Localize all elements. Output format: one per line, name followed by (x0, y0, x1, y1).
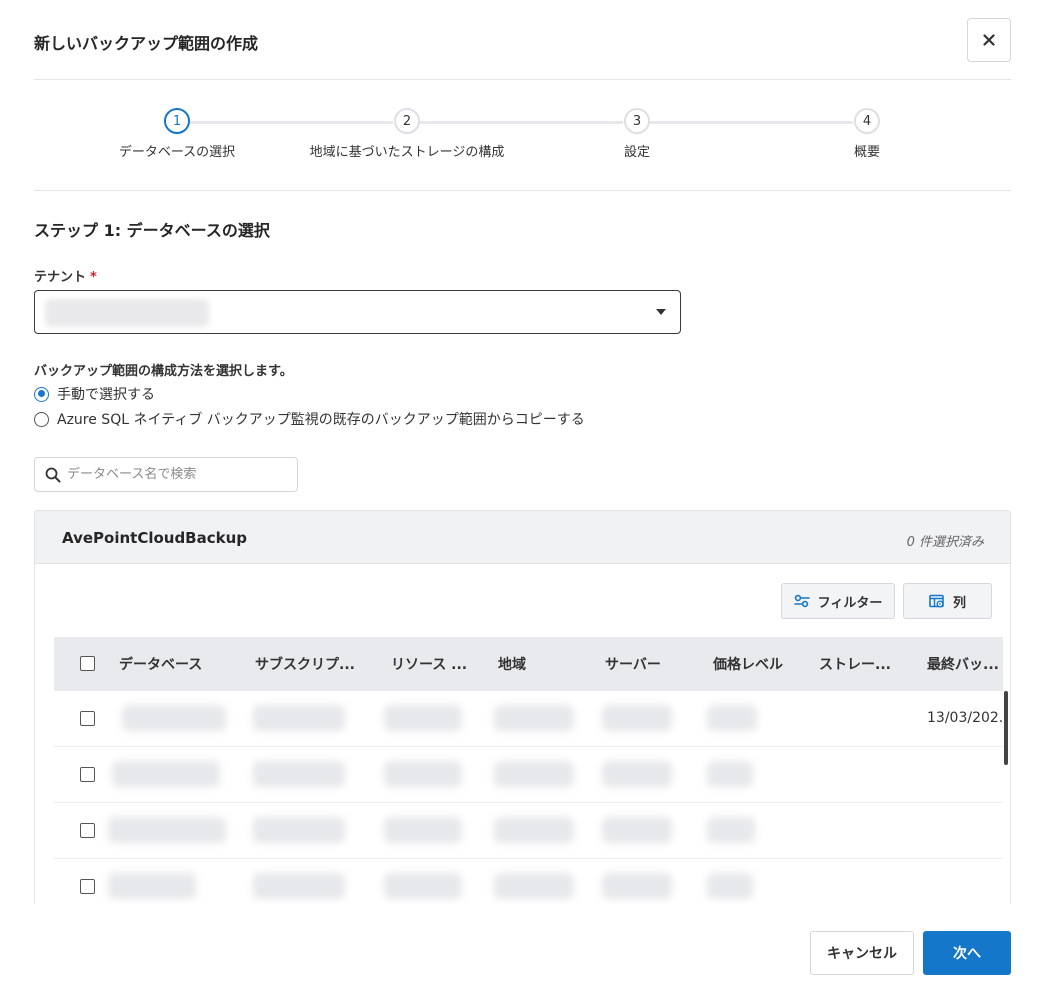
panel-header: AvePointCloudBackup 0 件選択済み (35, 511, 1010, 564)
radio-manual-select[interactable]: 手動で選択する (34, 384, 155, 404)
close-icon (983, 34, 995, 46)
cancel-button[interactable]: キャンセル (810, 931, 914, 975)
row-checkbox[interactable] (80, 711, 95, 726)
database-panel: AvePointCloudBackup 0 件選択済み フィルター 列 データベ… (34, 510, 1011, 904)
step-number: 3 (624, 108, 650, 134)
subscription-cell-redacted (253, 705, 345, 731)
step-3: 3 設定 (537, 108, 737, 160)
tenant-value-redacted (45, 299, 209, 327)
tenant-label: テナント * (34, 266, 97, 285)
last-backup-cell: 13/03/202... (927, 710, 1003, 726)
row-checkbox[interactable] (80, 823, 95, 838)
panel-title: AvePointCloudBackup (62, 529, 248, 547)
dialog-title: 新しいバックアップ範囲の作成 (34, 34, 259, 53)
radio-copy-existing[interactable]: Azure SQL ネイティブ バックアップ監視の既存のバックアップ範囲からコピ… (34, 409, 585, 429)
database-cell-redacted (122, 705, 226, 731)
region-cell-redacted (494, 873, 574, 899)
search-icon (45, 467, 61, 483)
subscription-cell-redacted (253, 873, 345, 899)
tenant-select[interactable] (34, 290, 681, 334)
database-cell-redacted (108, 817, 226, 843)
section-title: ステップ 1: データベースの選択 (34, 221, 270, 240)
region-cell-redacted (494, 817, 574, 843)
subscription-cell-redacted (253, 761, 345, 787)
step-number: 4 (854, 108, 880, 134)
column-header-subscription[interactable]: サブスクリプ... (255, 654, 375, 674)
search-box[interactable] (34, 457, 298, 492)
resource-group-cell-redacted (384, 817, 462, 843)
database-cell-redacted (112, 761, 220, 787)
step-label: 設定 (623, 145, 650, 160)
server-cell-redacted (602, 761, 672, 787)
column-header-database[interactable]: データベース (119, 654, 239, 674)
radio-button[interactable] (34, 411, 49, 427)
table-row[interactable]: 13/03/202... (54, 691, 1003, 747)
radio-button[interactable] (34, 386, 49, 402)
price-tier-cell-redacted (707, 761, 753, 787)
filter-button[interactable]: フィルター (781, 583, 895, 619)
grid-header: データベース サブスクリプ... リソース ... 地域 サーバー 価格レベル … (54, 637, 1003, 691)
price-tier-cell-redacted (707, 873, 753, 899)
step-number: 1 (164, 108, 190, 134)
stepper: 1 データベースの選択 2 地域に基づいたストレージの構成 3 設定 4 概要 (34, 80, 1011, 191)
column-header-resource-group[interactable]: リソース ... (391, 654, 491, 674)
step-2: 2 地域に基づいたストレージの構成 (307, 108, 507, 160)
resource-group-cell-redacted (384, 761, 462, 787)
step-label: 地域に基づいたストレージの構成 (309, 145, 505, 160)
next-button[interactable]: 次へ (923, 931, 1011, 975)
step-label: 概要 (853, 145, 880, 160)
region-cell-redacted (494, 761, 574, 787)
database-cell-redacted (108, 873, 196, 899)
row-checkbox[interactable] (80, 767, 95, 782)
column-header-last-backup[interactable]: 最終バッ... (927, 654, 1003, 674)
method-label: バックアップ範囲の構成方法を選択します。 (34, 364, 293, 379)
columns-label: 列 (952, 595, 966, 611)
columns-settings-icon (929, 594, 944, 607)
subscription-cell-redacted (253, 817, 345, 843)
dialog-header: 新しいバックアップ範囲の作成 (34, 0, 1011, 80)
radio-label: 手動で選択する (57, 387, 155, 403)
selected-count: 0 件選択済み (906, 535, 984, 550)
grid-scrollbar[interactable] (1004, 691, 1008, 765)
price-tier-cell-redacted (707, 817, 755, 843)
resource-group-cell-redacted (384, 705, 462, 731)
step-label: データベースの選択 (118, 145, 236, 160)
table-row[interactable] (54, 859, 1003, 904)
search-input[interactable] (67, 458, 293, 491)
server-cell-redacted (602, 817, 672, 843)
required-mark: * (90, 270, 97, 285)
column-header-storage[interactable]: ストレー... (819, 654, 919, 674)
resource-group-cell-redacted (384, 873, 462, 899)
step-1: 1 データベースの選択 (77, 108, 277, 160)
close-button[interactable] (967, 18, 1011, 62)
row-checkbox[interactable] (80, 879, 95, 894)
table-row[interactable] (54, 747, 1003, 803)
select-all-checkbox[interactable] (80, 656, 95, 671)
step-number: 2 (394, 108, 420, 134)
radio-label: Azure SQL ネイティブ バックアップ監視の既存のバックアップ範囲からコピ… (57, 412, 585, 428)
region-cell-redacted (494, 705, 574, 731)
columns-button[interactable]: 列 (903, 583, 992, 619)
filter-icon (793, 594, 810, 608)
filter-label: フィルター (817, 595, 883, 611)
tenant-label-text: テナント (34, 270, 87, 285)
column-header-server[interactable]: サーバー (605, 654, 695, 674)
column-header-region[interactable]: 地域 (498, 654, 588, 674)
price-tier-cell-redacted (707, 705, 757, 731)
caret-down-icon (656, 309, 666, 315)
server-cell-redacted (602, 873, 672, 899)
step-4: 4 概要 (767, 108, 967, 160)
column-header-price-tier[interactable]: 価格レベル (713, 654, 813, 674)
table-row[interactable] (54, 803, 1003, 859)
server-cell-redacted (602, 705, 672, 731)
